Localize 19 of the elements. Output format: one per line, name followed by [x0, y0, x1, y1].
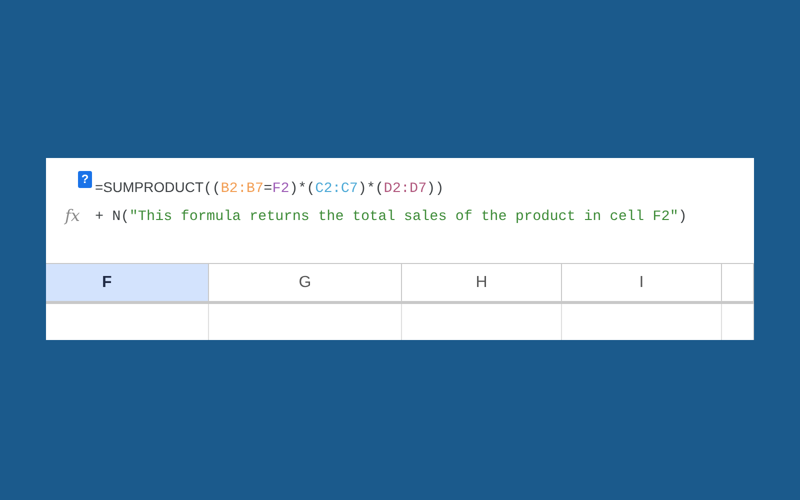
column-header[interactable]: I: [562, 264, 722, 301]
column-header[interactable]: H: [402, 264, 562, 301]
formula-token: =: [264, 180, 272, 199]
column-header[interactable]: G: [209, 264, 402, 301]
formula-token: C2:C7: [315, 180, 358, 199]
formula-token: )*(: [358, 180, 384, 199]
formula-token: "This formula returns the total sales of the product in cell F2": [129, 208, 678, 227]
formula-token: D2:D7: [384, 180, 427, 199]
formula-token: ((: [204, 180, 221, 199]
help-badge[interactable]: ?: [78, 171, 92, 188]
formula-token: + N(: [95, 208, 130, 227]
formula-token: =SUMPRODUCT: [95, 178, 204, 197]
formula-token: )*(: [289, 180, 316, 199]
fx-label: fx: [65, 206, 80, 225]
formula-token: ): [678, 208, 688, 227]
formula-token: )): [426, 180, 444, 199]
formula-token: F2: [272, 180, 290, 199]
formula-token: B2:B7: [220, 180, 264, 199]
column-header[interactable]: F: [46, 264, 209, 301]
